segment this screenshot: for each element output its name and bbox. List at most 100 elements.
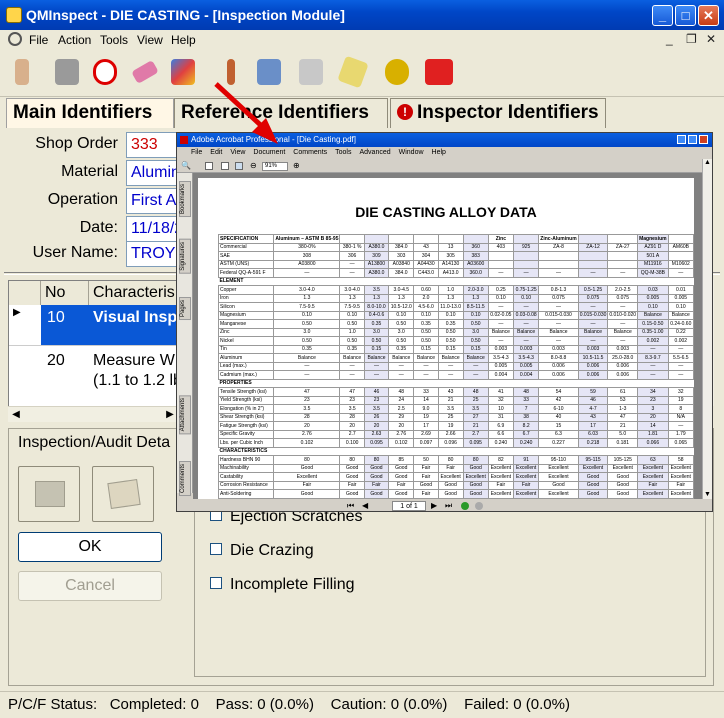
fit-width-icon[interactable] [235, 162, 243, 170]
side-tab-bookmarks[interactable]: Bookmarks [179, 181, 191, 218]
acrobat-menu-item[interactable]: Comments [293, 149, 327, 156]
acrobat-vertical-scrollbar[interactable]: ▲ ▼ [702, 159, 712, 499]
pdf-table-cell: 0.006 [577, 370, 609, 380]
mdi-restore-button[interactable]: ❐ [686, 32, 697, 46]
pdf-table-cell: 3 [637, 404, 669, 414]
toolbar-hand-button[interactable] [4, 53, 42, 93]
zoom-field[interactable]: 91% [262, 162, 288, 171]
toolbar-erase-button[interactable] [126, 53, 164, 93]
pdf-table-cell: — [577, 319, 609, 329]
acrobat-minimize-button[interactable] [677, 135, 686, 144]
checkbox[interactable] [210, 543, 222, 555]
acrobat-app-icon [180, 136, 188, 144]
toolbar-brush-button[interactable] [164, 53, 202, 93]
toolbar-coins-button[interactable] [378, 53, 416, 93]
ok-button[interactable]: OK [18, 532, 162, 562]
document-button[interactable] [92, 466, 154, 522]
pdf-table-cell: 82 [487, 455, 515, 465]
last-page-icon[interactable]: ⏭ [445, 501, 452, 511]
menu-file[interactable]: File [29, 33, 48, 47]
pdf-table-cell: 0.006 [577, 361, 609, 371]
acrobat-window[interactable]: Adobe Acrobat Professional - [Die Castin… [176, 132, 713, 512]
pdf-table-cell: 3.5 [339, 404, 365, 414]
row-characteristic: Measure W [93, 352, 175, 369]
toolbar-exit-button[interactable] [420, 53, 458, 93]
side-tab-pages[interactable]: Pages [179, 297, 191, 321]
pdf-table-cell: 1-3 [607, 404, 639, 414]
document-view[interactable]: DIE CASTING ALLOY DATA SPECIFICATION Alum… [193, 173, 702, 499]
photo-button[interactable] [18, 466, 80, 522]
pdf-table-cell: 0.096 [437, 438, 464, 448]
page-tool-icon[interactable] [205, 162, 213, 170]
mdi-minimize-button[interactable]: _ [666, 32, 673, 46]
pdf-table-cell: Fair [413, 472, 439, 482]
acrobat-menu-item[interactable]: Window [399, 149, 424, 156]
pdf-table-cell: 0.22 [667, 327, 694, 337]
pdf-table-cell: 48 [462, 387, 489, 397]
grid-horizontal-scrollbar[interactable]: ◀ ▶ [8, 406, 178, 422]
menu-view[interactable]: View [137, 33, 163, 47]
scroll-down-icon[interactable]: ▼ [704, 491, 711, 498]
grid-header-characteristic[interactable]: Characteris [89, 281, 177, 305]
table-row[interactable]: 20 Measure W (1.1 to 1.2 lb [9, 345, 177, 401]
tab-main-identifiers[interactable]: Main Identifiers [6, 98, 174, 128]
pdf-table-cell: ZA-8 [538, 242, 579, 252]
acrobat-menu-item[interactable]: Tools [335, 149, 351, 156]
zoom-in-icon[interactable]: ⊕ [293, 161, 300, 170]
toolbar-cancel-button[interactable] [86, 53, 124, 93]
zoom-tool-icon[interactable]: 🔍 [181, 161, 191, 170]
prev-page-icon[interactable]: ◀ [362, 501, 368, 510]
maximize-button[interactable]: □ [675, 5, 696, 26]
go-forward-icon[interactable] [475, 502, 483, 510]
zoom-out-icon[interactable]: ⊖ [250, 161, 257, 170]
mdi-close-button[interactable]: ✕ [706, 32, 716, 46]
pdf-table-cell: Excellent [512, 489, 540, 499]
page-number-field[interactable]: 1 of 1 [392, 501, 426, 511]
check-incomplete-filling[interactable]: Incomplete Filling [210, 576, 355, 594]
pdf-table-cell: — [487, 319, 515, 329]
pdf-table-cell: 0.095 [363, 438, 390, 448]
toolbar-sign-button[interactable] [334, 53, 372, 93]
acrobat-menu-item[interactable]: Advanced [359, 149, 390, 156]
side-tab-attachments[interactable]: Attachments [179, 395, 191, 435]
pdf-table-cell: Excellent [273, 472, 341, 482]
pdf-table-cell: 384.0 [388, 268, 415, 278]
cancel-button[interactable]: Cancel [18, 571, 162, 601]
first-page-icon[interactable]: ⏮ [347, 501, 354, 511]
toolbar-notes-button[interactable] [292, 53, 330, 93]
acrobat-maximize-button[interactable] [688, 135, 697, 144]
minimize-button[interactable]: _ [652, 5, 673, 26]
go-back-icon[interactable] [461, 502, 469, 510]
pdf-section-heading: CHARACTERISTICS [218, 446, 694, 456]
tab-inspector-identifiers[interactable]: ! Inspector Identifiers [390, 98, 606, 128]
pdf-table-row: Machinability Good Good Good Good Fair Fair Goo… [217, 463, 694, 473]
pdf-table-cell: Anti-Soldering [217, 489, 275, 499]
pdf-table-cell: ZA-12 [577, 242, 609, 252]
pdf-table-cell: Good [388, 463, 415, 473]
side-tab-signatures[interactable]: Signatures [179, 239, 191, 274]
pdf-table-cell: 34 [637, 387, 669, 397]
pdf-table-cell: Excellent [487, 472, 515, 482]
menu-tools[interactable]: Tools [100, 33, 128, 47]
pdf-table-cell: AZ91 D [637, 242, 669, 252]
close-button[interactable]: ✕ [698, 5, 719, 26]
pdf-table-cell: 0.35 [413, 319, 439, 329]
pdf-table-cell: 2.76 [273, 429, 341, 439]
side-tab-comments[interactable]: Comments [179, 461, 191, 497]
scroll-up-icon[interactable]: ▲ [704, 159, 711, 166]
next-page-icon[interactable]: ▶ [431, 501, 437, 510]
title-bar[interactable]: QMInspect - DIE CASTING - [Inspection Mo… [0, 0, 724, 30]
menu-help[interactable]: Help [171, 33, 196, 47]
scroll-left-icon[interactable]: ◀ [8, 407, 24, 423]
fit-page-icon[interactable] [221, 162, 229, 170]
check-die-crazing[interactable]: Die Crazing [210, 542, 314, 560]
grid-header-no[interactable]: No [41, 281, 89, 305]
checkbox[interactable] [210, 577, 222, 589]
toolbar-print-button[interactable] [48, 53, 86, 93]
pdf-table-cell: 6.9 [487, 421, 515, 431]
menu-action[interactable]: Action [58, 33, 91, 47]
acrobat-close-button[interactable] [699, 135, 708, 144]
acrobat-menu-item[interactable]: Help [432, 149, 446, 156]
pdf-document-title: DIE CASTING ALLOY DATA [355, 204, 537, 220]
table-row[interactable]: ▶ 10 Visual Inspe [9, 305, 177, 345]
